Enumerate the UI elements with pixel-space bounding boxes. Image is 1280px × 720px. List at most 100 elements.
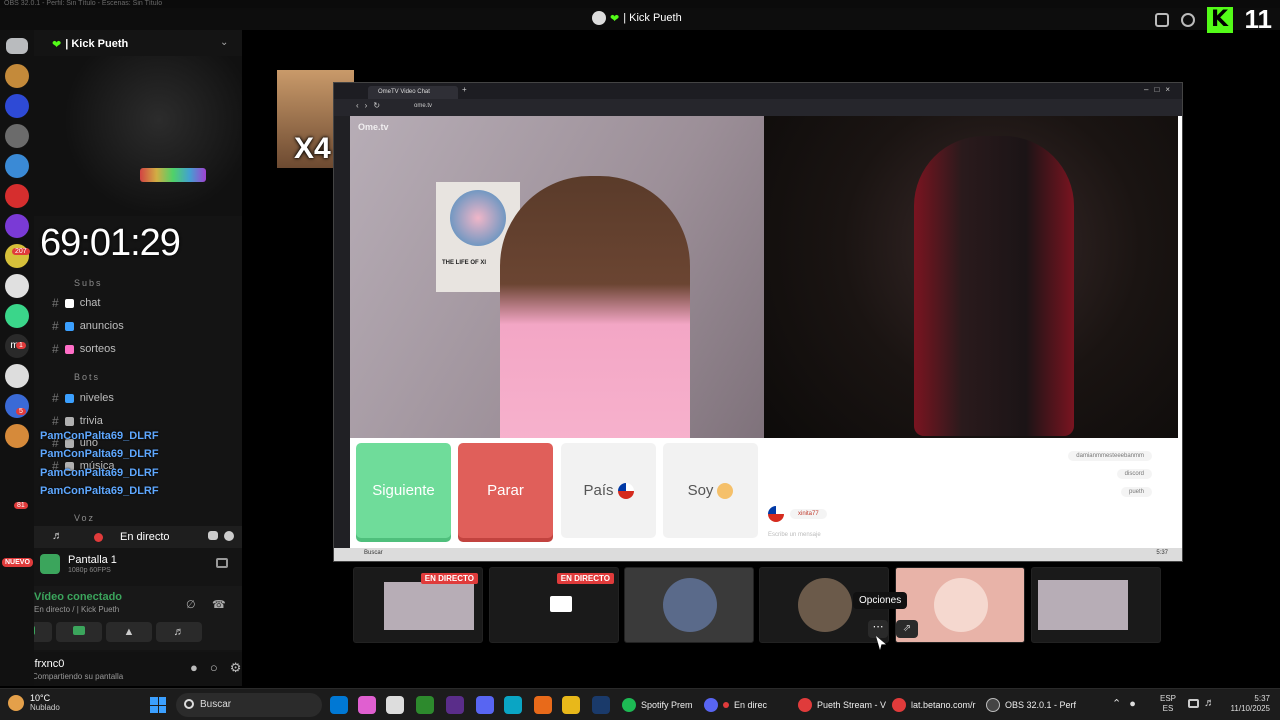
file-explorer-icon[interactable]	[562, 696, 580, 714]
gender-button[interactable]: Soy	[663, 443, 758, 538]
server-icon[interactable]	[5, 124, 29, 148]
outlook-icon[interactable]	[330, 696, 348, 714]
channel-niveles[interactable]: # niveles	[52, 391, 114, 405]
taskbar-window-label: OBS 32.0.1 - Perf	[1005, 700, 1077, 710]
server-name-label: | Kick Pueth	[65, 38, 129, 50]
username: ifrxnc0	[34, 658, 65, 670]
chat-input[interactable]: Escribe un mensaje	[768, 532, 821, 538]
activities-button[interactable]: ▲	[106, 622, 152, 642]
chat-message-outgoing: discord	[1116, 469, 1152, 479]
gear-icon	[64, 416, 74, 426]
stream-thumbnail[interactable]: EN DIRECTO	[353, 567, 483, 643]
discord-home-icon[interactable]	[6, 38, 28, 54]
microphone-icon[interactable]: ●	[190, 660, 210, 675]
chevron-down-icon[interactable]: ⌄	[220, 37, 228, 48]
search-icon	[184, 699, 194, 709]
category-voz[interactable]: Voz	[74, 513, 95, 523]
screen-share-icon	[40, 554, 60, 574]
copilot-icon[interactable]	[358, 696, 376, 714]
taskbar-window[interactable]: OBS 32.0.1 - Perf	[986, 694, 1076, 716]
url-text[interactable]: ome.tv	[414, 103, 432, 109]
server-icon[interactable]	[5, 424, 29, 448]
channel-trivia[interactable]: # trivia	[52, 414, 103, 428]
next-button[interactable]: Siguiente	[356, 443, 451, 538]
weather-widget[interactable]: 10°C Nublado	[8, 693, 60, 712]
server-icon[interactable]	[5, 364, 29, 388]
camera-button[interactable]	[34, 622, 52, 642]
channel-title: | Kick Pueth	[623, 12, 682, 24]
language-indicator[interactable]: ESP ES	[1160, 694, 1176, 714]
server-icon[interactable]	[5, 214, 29, 238]
inbox-icon[interactable]	[1154, 12, 1169, 27]
browser-tab[interactable]: OmeTV Video Chat	[368, 86, 458, 99]
system-clock[interactable]: 5:37 11/10/2025	[1216, 694, 1270, 714]
stream-thumbnail[interactable]: EN DIRECTO	[489, 567, 619, 643]
window-controls[interactable]: –□×	[1144, 85, 1176, 94]
voice-user[interactable]: PamConPalta69_DLRF	[40, 485, 159, 497]
teams-icon[interactable]	[476, 696, 494, 714]
add-user-icon[interactable]	[224, 531, 234, 541]
speaker-icon[interactable]: ♬	[52, 530, 63, 542]
live-voice-bar[interactable]: ♬ En directo	[34, 526, 242, 548]
store-icon[interactable]	[386, 696, 404, 714]
gaming-chair	[914, 136, 1074, 436]
browser-url-bar[interactable]: ‹›↻ ome.tv	[334, 99, 1182, 116]
chile-flag-icon	[768, 506, 784, 522]
hash-icon: #	[52, 342, 59, 356]
server-name[interactable]: ❤ | Kick Pueth	[52, 38, 128, 51]
server-icon[interactable]	[5, 184, 29, 208]
channel-label: anuncios	[79, 320, 124, 332]
category-bots[interactable]: Bots	[74, 372, 100, 382]
user-panel[interactable]: ifrxnc0 Compartiendo su pantalla ●○⚙	[34, 652, 242, 686]
more-options-button[interactable]: ⋯	[868, 620, 888, 638]
server-icon[interactable]	[5, 154, 29, 178]
chat-area: damianmmesteeebanmm discord pueth xinita…	[764, 438, 1178, 548]
server-icon[interactable]	[5, 64, 29, 88]
taskbar-window[interactable]: Pueth Stream - V	[798, 694, 886, 716]
stop-button[interactable]: Parar	[458, 443, 553, 538]
disconnect-icon[interactable]: ☎	[212, 598, 226, 611]
xbox-icon[interactable]	[416, 696, 434, 714]
app-icon[interactable]	[534, 696, 552, 714]
country-button[interactable]: País	[561, 443, 656, 538]
country-label: País	[583, 482, 614, 499]
channel-chat[interactable]: # chat	[52, 296, 100, 310]
soundboard-button[interactable]: ♬	[156, 622, 202, 642]
windows-taskbar: 10°C Nublado Buscar Spotify Prem En dire…	[0, 688, 1280, 720]
voice-user[interactable]: PamConPalta69_DLRF	[40, 448, 159, 460]
taskbar-window[interactable]: lat.betano.com/r	[892, 694, 976, 716]
new-tab-icon[interactable]: +	[462, 85, 467, 94]
popout-button[interactable]: ⇗	[896, 620, 918, 638]
system-tray[interactable]: ⌃●	[1112, 697, 1144, 710]
server-icon[interactable]	[5, 304, 29, 328]
taskbar-search[interactable]: Buscar	[176, 693, 322, 717]
stop-stream-button[interactable]	[56, 622, 102, 642]
noise-suppression-icon[interactable]: ∅	[186, 598, 196, 611]
stop-share-icon[interactable]	[216, 558, 228, 568]
voice-user[interactable]: PamConPalta69_DLRF	[40, 430, 159, 442]
volume-icon[interactable]: ♬	[1204, 697, 1215, 709]
participant-tile[interactable]	[624, 567, 754, 643]
voice-user[interactable]: PamConPalta69_DLRF	[40, 467, 159, 479]
edge-icon[interactable]	[504, 696, 522, 714]
nav-arrows-icon[interactable]: ‹›↻	[356, 101, 386, 110]
help-icon[interactable]	[1180, 12, 1195, 27]
server-icon[interactable]	[5, 274, 29, 298]
stream-thumbnail[interactable]	[1031, 567, 1161, 643]
taskbar-window[interactable]: Spotify Prem	[622, 694, 693, 716]
screen-share-row[interactable]: Pantalla 1 1080p 60FPS	[34, 550, 242, 578]
avatar	[798, 578, 852, 632]
start-button[interactable]	[150, 697, 166, 713]
server-icon[interactable]	[5, 94, 29, 118]
browser-window: OmeTV Video Chat + –□× ‹›↻ ome.tv Ome.tv…	[333, 82, 1183, 562]
category-subs[interactable]: Subs	[74, 278, 103, 288]
channel-anuncios[interactable]: # anuncios	[52, 319, 124, 333]
chat-icon[interactable]	[208, 531, 218, 540]
steam-icon[interactable]	[592, 696, 610, 714]
headphones-icon[interactable]: ○	[210, 660, 230, 675]
network-icon[interactable]	[1188, 699, 1199, 708]
app-icon[interactable]	[446, 696, 464, 714]
channel-sorteos[interactable]: # sorteos	[52, 342, 116, 356]
taskbar-window[interactable]: En direc	[704, 694, 767, 716]
gear-icon[interactable]: ⚙	[230, 660, 242, 675]
